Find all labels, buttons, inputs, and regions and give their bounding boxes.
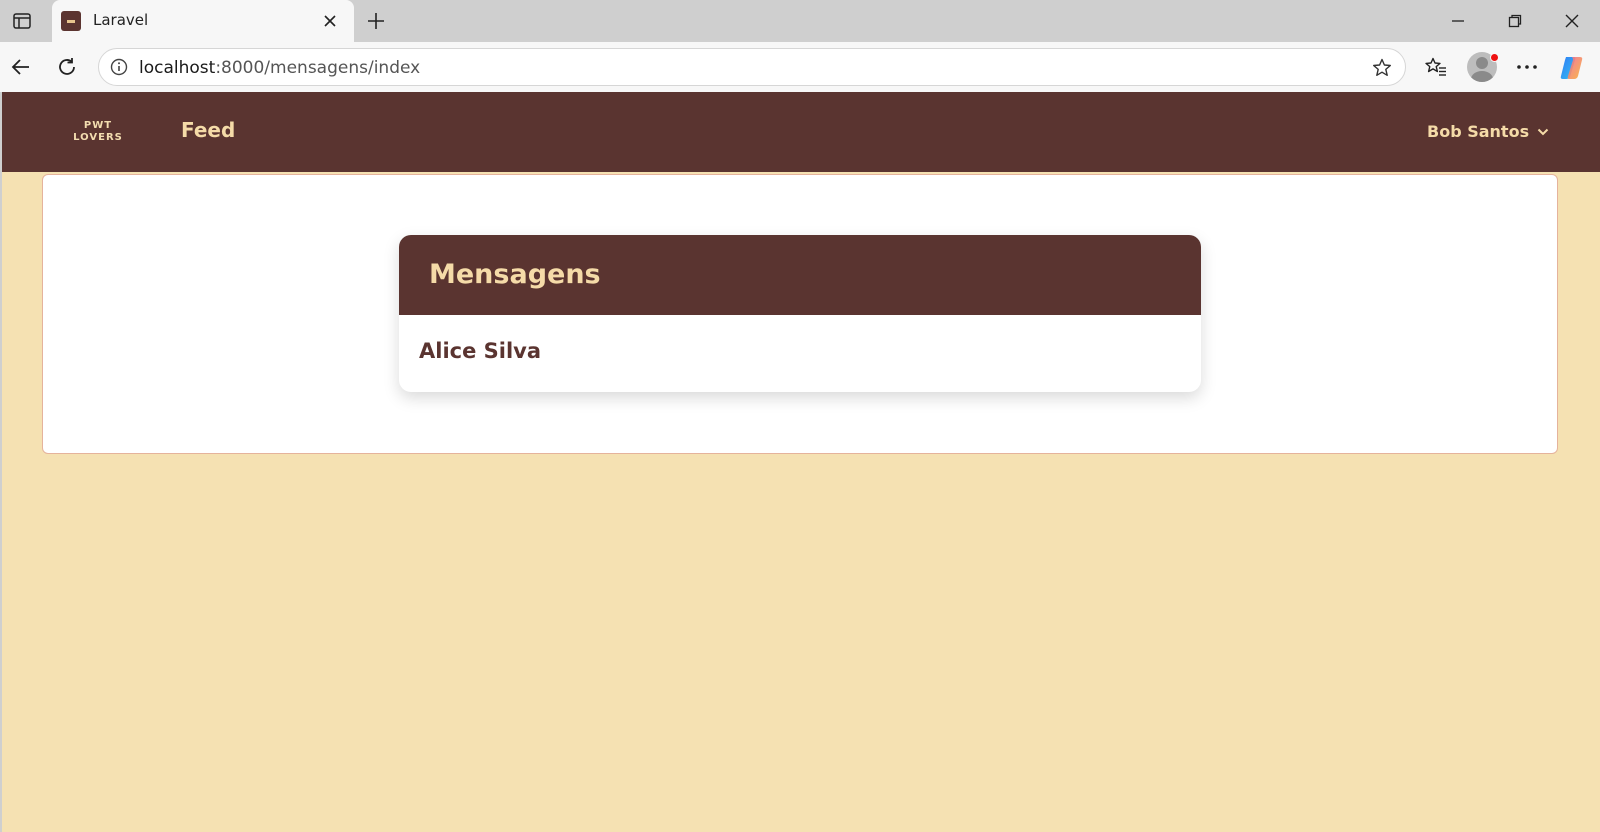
user-menu-dropdown[interactable]: Bob Santos [1427,122,1549,141]
new-tab-icon[interactable] [362,7,390,35]
nav-link-feed[interactable]: Feed [181,118,235,142]
tab-title: Laravel [93,11,149,29]
notification-dot-icon [1490,53,1499,62]
tab-laravel[interactable]: Laravel [52,0,354,42]
url-text[interactable]: localhost:8000/mensagens/index [139,58,420,78]
minimize-icon[interactable] [1440,6,1476,36]
conversation-item[interactable]: Alice Silva [399,315,1201,387]
close-window-icon[interactable] [1554,6,1590,36]
top-navbar: PWT LOVERS Feed Bob Santos [2,92,1600,172]
messages-title: Mensagens [429,259,601,290]
url-path: :8000/mensagens/index [215,58,421,78]
favorites-icon[interactable] [1419,50,1453,84]
address-bar[interactable]: localhost:8000/mensagens/index [98,48,1406,86]
refresh-icon[interactable] [50,50,84,84]
chevron-down-icon [1537,128,1549,135]
messages-card: Mensagens Alice Silva [399,235,1201,392]
content-container: Mensagens Alice Silva [42,174,1558,454]
restore-icon[interactable] [1497,6,1533,36]
logo-line-1: PWT [83,120,113,131]
page-body: PWT LOVERS Feed Bob Santos Mensagens Ali… [2,92,1600,832]
favicon-icon [61,11,81,31]
browser-tab-bar: Laravel [0,0,1600,42]
favorite-star-icon[interactable] [1369,55,1395,81]
messages-card-header: Mensagens [399,235,1201,315]
url-host: localhost [139,58,216,78]
more-options-icon[interactable] [1510,50,1544,84]
site-info-icon[interactable] [109,57,129,77]
user-name: Bob Santos [1427,122,1530,141]
browser-toolbar: localhost:8000/mensagens/index [0,42,1600,92]
copilot-icon[interactable] [1558,55,1586,81]
logo-line-2: LOVERS [73,132,123,143]
close-tab-icon[interactable] [318,9,342,33]
tab-actions-icon[interactable] [8,7,36,35]
back-icon[interactable] [4,50,38,84]
pet-lovers-logo[interactable]: PWT LOVERS [72,120,124,144]
